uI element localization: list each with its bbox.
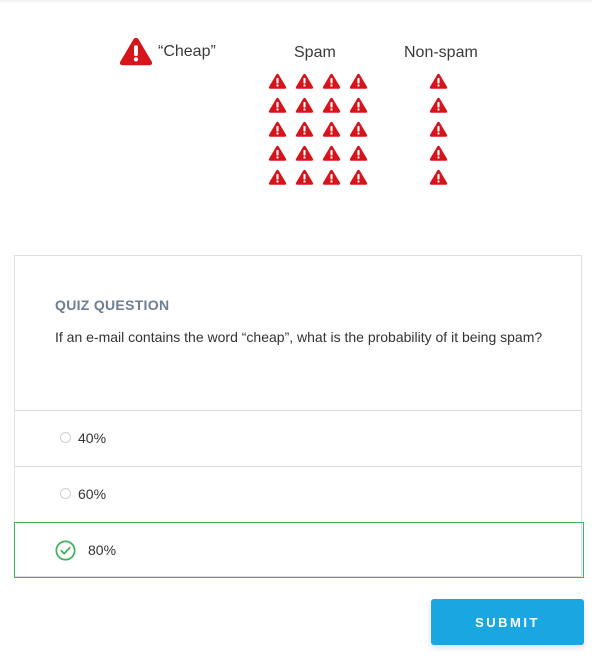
quiz-question: If an e-mail contains the word “cheap”, … [55,329,543,345]
warning-triangle-icon [349,145,368,161]
cheap-label: “Cheap” [158,43,216,60]
spam-column-title: Spam [294,44,336,61]
warning-triangle-icon [429,97,448,113]
nonspam-column-title: Non-spam [404,44,478,61]
answer-label: 80% [88,542,117,558]
warning-triangle-icon [322,121,341,137]
answer-label: 60% [78,486,107,502]
check-circle-icon [55,540,76,561]
answer-option-60[interactable]: 60% [15,467,581,523]
quiz-tag: QUIZ QUESTION [55,297,170,313]
warning-triangle-icon [322,73,341,89]
answer-option-40[interactable]: 40% [15,411,581,467]
warning-triangle-icon [349,169,368,185]
radio-button[interactable] [60,432,71,443]
warning-triangle-icon [429,145,448,161]
warning-triangle-icon [429,121,448,137]
warning-triangle-icon [322,145,341,161]
quiz-header: QUIZ QUESTION If an e-mail contains the … [15,256,581,411]
warning-triangle-icon [295,121,314,137]
answer-option-80[interactable]: 80% [14,522,584,578]
warning-triangle-icon [295,145,314,161]
warning-triangle-icon [322,169,341,185]
warning-triangle-icon [268,169,287,185]
warning-triangle-icon [119,36,153,66]
quiz-page: “Cheap” Spam Non-spam QUIZ QUESTION If a… [0,0,592,660]
warning-triangle-icon [268,73,287,89]
warning-triangle-icon [268,145,287,161]
warning-triangle-icon [429,169,448,185]
radio-button[interactable] [60,488,71,499]
submit-button[interactable]: SUBMIT [431,599,584,645]
answer-label: 40% [78,430,107,446]
warning-triangle-icon [349,121,368,137]
warning-triangle-icon [349,73,368,89]
spam-illustration: “Cheap” Spam Non-spam [0,0,592,220]
warning-triangle-icon [268,121,287,137]
warning-triangle-icon [349,97,368,113]
quiz-card: QUIZ QUESTION If an e-mail contains the … [14,255,584,578]
warning-triangle-icon [268,97,287,113]
warning-triangle-icon [322,97,341,113]
warning-triangle-icon [295,73,314,89]
warning-triangle-icon [429,73,448,89]
warning-triangle-icon [295,97,314,113]
warning-triangle-icon [295,169,314,185]
